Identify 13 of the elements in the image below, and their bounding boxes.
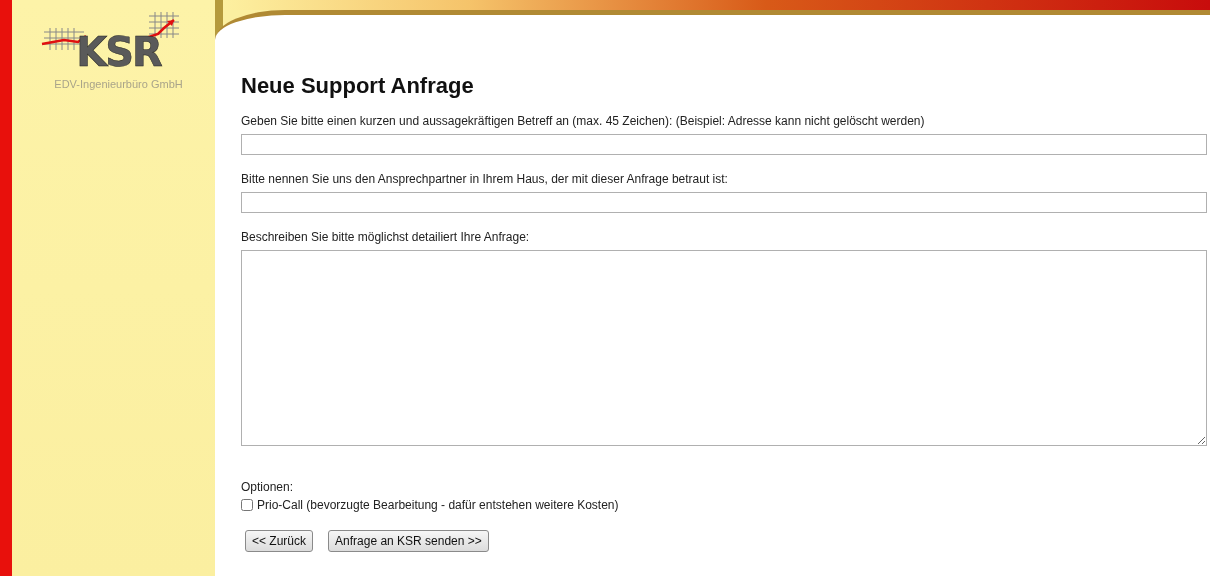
field-label: Bitte nennen Sie uns den Ansprechpartner in Ihrem Haus, der mit dieser Anfrage betraut ist: <box>241 171 729 189</box>
options-label: Optionen: <box>241 479 295 497</box>
page-title: Neue Support Anfrage <box>241 73 475 100</box>
company-name: EDV-Ingenieurbüro GmbH <box>54 77 183 92</box>
field-label: Beschreiben Sie bitte möglichst detailiert Ihre Anfrage: <box>241 229 531 247</box>
checkbox-label: Prio-Call (bevorzugte Bearbeitung - dafür entstehen weitere Kosten) <box>257 497 619 515</box>
logo-text: KSR <box>76 30 161 74</box>
input-field[interactable] <box>241 192 1207 214</box>
submit-button[interactable]: Anfrage an KSR senden >> <box>328 530 489 553</box>
input-field[interactable] <box>241 134 1207 156</box>
back-button[interactable]: << Zurück <box>245 530 314 553</box>
checkbox[interactable] <box>241 499 253 512</box>
field-label: Geben Sie bitte einen kurzen und aussagekräftigen Betreff an (max. 45 Zeichen): (Beispiel: Adresse kann nicht gelöscht werden) <box>241 113 926 131</box>
